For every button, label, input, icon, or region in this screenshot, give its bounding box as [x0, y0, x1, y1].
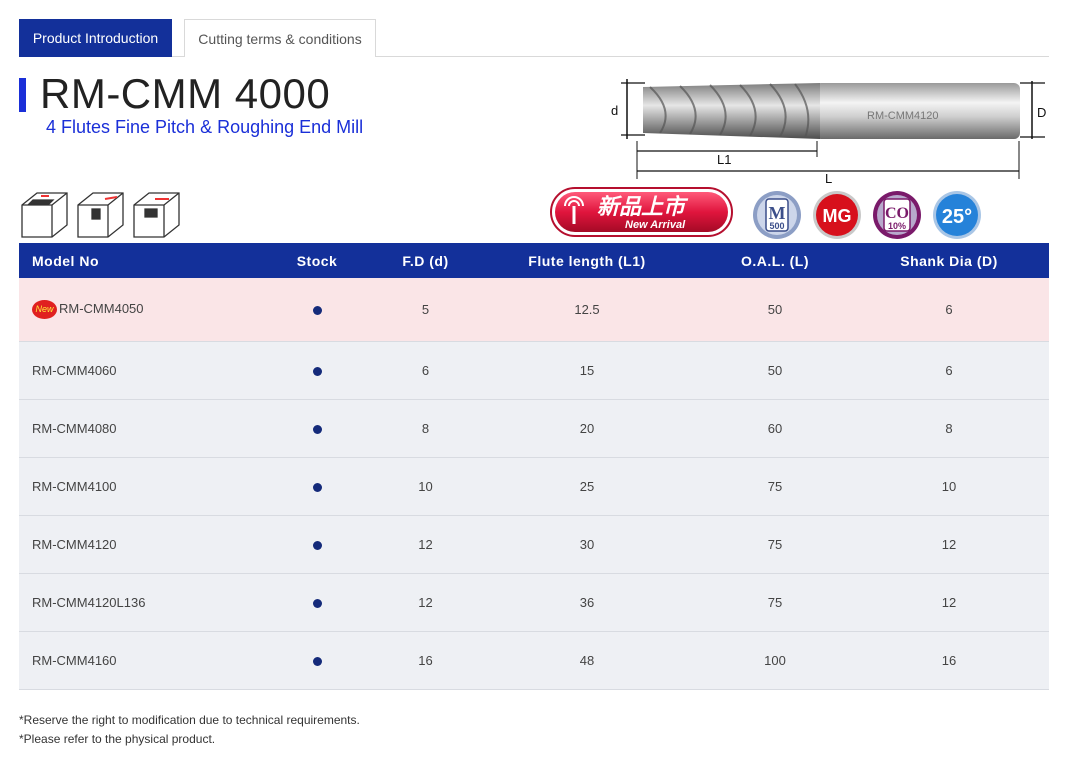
- in-stock-dot-icon: [312, 540, 322, 550]
- cell-flute: 15: [473, 341, 701, 400]
- cell-stock: [256, 631, 378, 690]
- new-arrival-badge: 新品上市 New Arrival: [550, 187, 733, 237]
- cell-flute: 20: [473, 399, 701, 458]
- table-row: RM-CMM4080 8 20 60 8: [19, 399, 1049, 458]
- m500-number: 500: [769, 221, 784, 231]
- cell-fd: 12: [378, 573, 473, 632]
- helix-25-badge: 25°: [933, 191, 981, 239]
- cell-shank: 10: [849, 457, 1049, 516]
- footnote-physical-product: *Please refer to the physical product.: [19, 732, 216, 746]
- cell-flute: 36: [473, 573, 701, 632]
- cell-model: RM-CMM4160: [19, 631, 256, 690]
- cell-fd: 6: [378, 341, 473, 400]
- shoulder-milling-icon: [133, 192, 180, 238]
- in-stock-dot-icon: [312, 482, 322, 492]
- machining-type-icons: [21, 192, 180, 238]
- model-text: RM-CMM4050: [59, 300, 144, 316]
- cell-stock: [256, 457, 378, 516]
- m500-letter: M: [769, 203, 786, 223]
- table-row: RM-CMM4060 6 15 50 6: [19, 341, 1049, 400]
- cell-stock: [256, 278, 378, 342]
- slotting-icon: [21, 192, 68, 238]
- title-accent-bar: [19, 78, 26, 112]
- footnote-modification: *Reserve the right to modification due t…: [19, 713, 360, 727]
- dim-label-L1: L1: [717, 152, 731, 167]
- mg-badge: MG: [813, 191, 861, 239]
- header-shank-dia: Shank Dia (D): [849, 243, 1049, 278]
- table-row: RM-CMM4160 16 48 100 16: [19, 631, 1049, 690]
- cell-flute: 30: [473, 515, 701, 574]
- cell-oal: 100: [701, 631, 849, 690]
- page-subtitle: 4 Flutes Fine Pitch & Roughing End Mill: [46, 117, 364, 137]
- new-arrival-cn: 新品上市: [597, 194, 689, 220]
- cell-fd: 10: [378, 457, 473, 516]
- cell-flute: 25: [473, 457, 701, 516]
- cell-oal: 75: [701, 457, 849, 516]
- header-stock: Stock: [256, 243, 378, 278]
- table-row: RM-CMM4120L136 12 36 75 12: [19, 573, 1049, 632]
- table-row: New RM-CMM4050 5 12.5 50 6: [19, 278, 1049, 342]
- new-badge-icon: New: [32, 299, 57, 319]
- in-stock-dot-icon: [312, 305, 322, 315]
- tool-flutes: [643, 83, 820, 139]
- cell-stock: [256, 573, 378, 632]
- spec-table: Model No Stock F.D (d) Flute length (L1)…: [19, 243, 1049, 690]
- end-mill-diagram: RM-CMM4120 d D L1 L: [611, 79, 1046, 185]
- cell-model: RM-CMM4120: [19, 515, 256, 574]
- cell-fd: 16: [378, 631, 473, 690]
- cell-flute: 12.5: [473, 278, 701, 342]
- side-milling-icon: [77, 192, 124, 238]
- cell-fd: 5: [378, 278, 473, 342]
- cell-fd: 8: [378, 399, 473, 458]
- helix-label: 25°: [942, 206, 972, 228]
- table-row: RM-CMM4120 12 30 75 12: [19, 515, 1049, 574]
- tool-marking: RM-CMM4120: [867, 110, 939, 122]
- in-stock-dot-icon: [312, 366, 322, 376]
- cell-oal: 75: [701, 573, 849, 632]
- cell-oal: 60: [701, 399, 849, 458]
- header-model-no: Model No: [19, 243, 256, 278]
- page-title: RM-CMM 4000: [40, 70, 331, 117]
- cell-stock: [256, 399, 378, 458]
- cell-model: RM-CMM4100: [19, 457, 256, 516]
- new-arrival-en: New Arrival: [625, 219, 686, 231]
- cell-shank: 6: [849, 278, 1049, 342]
- header-fd: F.D (d): [378, 243, 473, 278]
- co10-number: 10%: [888, 221, 906, 231]
- cell-model: RM-CMM4060: [19, 341, 256, 400]
- header-flute-length: Flute length (L1): [473, 243, 701, 278]
- cell-stock: [256, 341, 378, 400]
- cell-oal: 50: [701, 278, 849, 342]
- cell-model: New RM-CMM4050: [19, 278, 256, 342]
- header-oal: O.A.L. (L): [701, 243, 849, 278]
- table-row: RM-CMM4100 10 25 75 10: [19, 457, 1049, 516]
- cell-flute: 48: [473, 631, 701, 690]
- cell-model: RM-CMM4080: [19, 399, 256, 458]
- dim-label-D: D: [1037, 105, 1046, 120]
- co10-badge: CO 10%: [873, 191, 921, 239]
- cell-shank: 12: [849, 573, 1049, 632]
- cell-shank: 6: [849, 341, 1049, 400]
- cell-model: RM-CMM4120L136: [19, 573, 256, 632]
- tab-bar: Product Introduction Cutting terms & con…: [19, 19, 1049, 57]
- tab-product-introduction[interactable]: Product Introduction: [19, 19, 172, 57]
- in-stock-dot-icon: [312, 424, 322, 434]
- cell-shank: 16: [849, 631, 1049, 690]
- in-stock-dot-icon: [312, 656, 322, 666]
- co10-letters: CO: [885, 205, 909, 222]
- cell-oal: 75: [701, 515, 849, 574]
- cell-fd: 12: [378, 515, 473, 574]
- m500-badge: M 500: [753, 191, 801, 239]
- dim-label-d: d: [611, 103, 618, 118]
- cell-stock: [256, 515, 378, 574]
- tab-cutting-terms[interactable]: Cutting terms & conditions: [184, 19, 376, 57]
- cell-shank: 12: [849, 515, 1049, 574]
- cell-shank: 8: [849, 399, 1049, 458]
- mg-label: MG: [823, 206, 852, 226]
- cell-oal: 50: [701, 341, 849, 400]
- dim-label-L: L: [825, 171, 832, 185]
- footnotes: *Reserve the right to modification due t…: [19, 711, 360, 749]
- in-stock-dot-icon: [312, 598, 322, 608]
- table-header-row: Model No Stock F.D (d) Flute length (L1)…: [19, 243, 1049, 278]
